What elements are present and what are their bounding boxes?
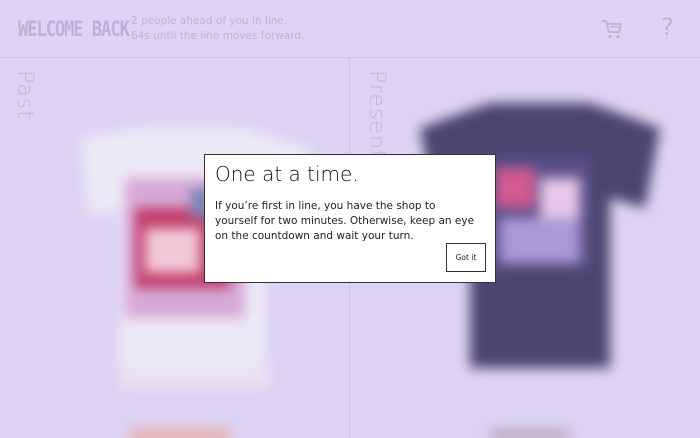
cart-icon[interactable] [600,17,624,41]
help-icon[interactable]: ? [661,13,674,41]
got-it-button[interactable]: Got it [446,243,486,272]
present-label: Present [364,70,389,160]
past-product-image-2 [130,428,230,438]
modal-body: If you’re first in line, you have the sh… [215,200,475,242]
queue-countdown: 64s until the line moves forward. [131,30,305,42]
past-label: Past [12,70,37,120]
queue-status: 2 people ahead of you in line. 64s until… [131,14,304,44]
intro-modal: One at a time. If you’re first in line, … [204,154,496,283]
top-bar: WELCOME BACK 2 people ahead of you in li… [0,0,700,58]
present-product-image-2 [490,428,570,438]
logo: WELCOME BACK [18,17,130,42]
modal-title: One at a time. [215,162,359,186]
queue-people-ahead: 2 people ahead of you in line. [131,15,288,27]
